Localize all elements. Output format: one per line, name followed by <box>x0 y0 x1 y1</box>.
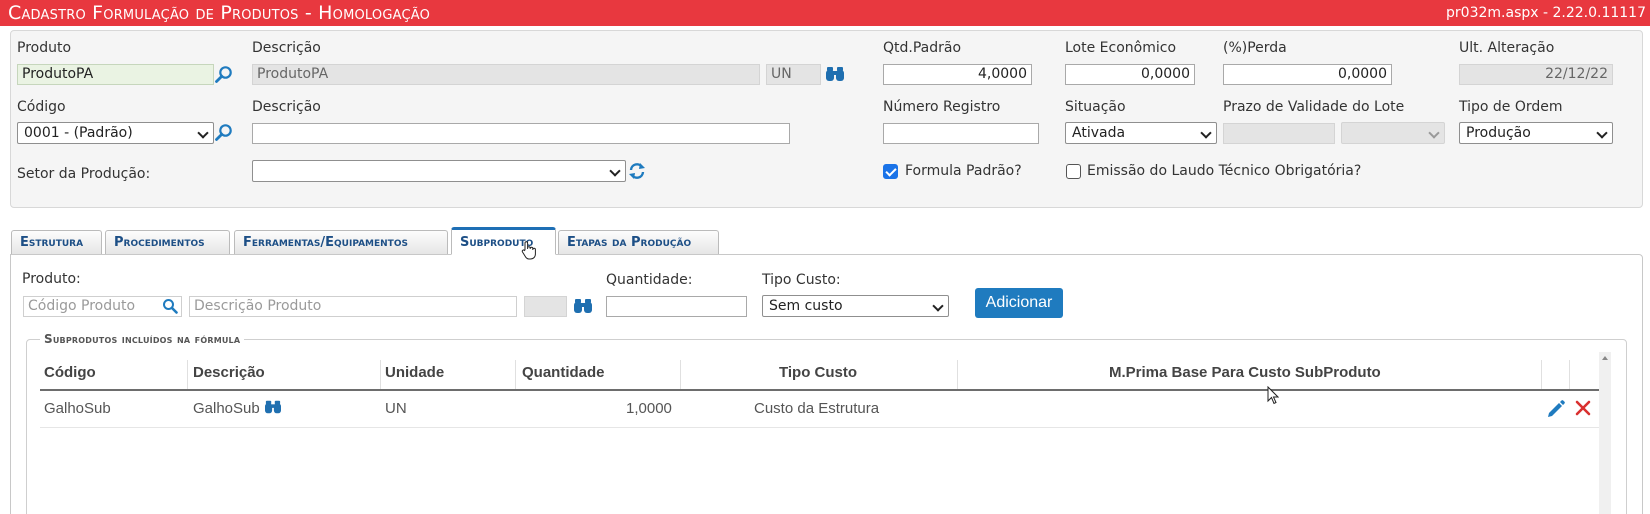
codigo-produto-input[interactable]: Código Produto <box>23 296 182 317</box>
chevron-down-icon <box>609 165 621 177</box>
cell-unidade: UN <box>385 400 407 417</box>
tab-estrutura[interactable]: Estrutura <box>11 230 102 254</box>
mouse-pointer-icon <box>1267 385 1280 410</box>
setor-producao-label: Setor da Produção: <box>17 166 151 182</box>
search-icon[interactable] <box>162 298 178 318</box>
numero-registro-label: Número Registro <box>883 99 1001 115</box>
delete-x-icon[interactable] <box>1574 399 1592 421</box>
tipo-custo-label: Tipo Custo: <box>762 272 841 288</box>
descricao-input: ProdutoPA <box>252 64 760 85</box>
column-divider <box>380 360 381 390</box>
chevron-down-icon <box>1596 127 1608 139</box>
lote-economico-label: Lote Econômico <box>1065 40 1177 56</box>
produto-form-label: Produto: <box>22 271 81 287</box>
descricao-produto-input[interactable]: Descrição Produto <box>189 296 517 317</box>
binoculars-icon[interactable] <box>825 65 845 87</box>
cell-quantidade: 1,0000 <box>626 400 672 417</box>
codigo-select[interactable]: 0001 - (Padrão) <box>17 122 214 144</box>
descricao2-input[interactable] <box>252 123 790 144</box>
tipo-ordem-select[interactable]: Produção <box>1459 122 1613 144</box>
hand-cursor-icon <box>521 240 537 264</box>
col-quantidade-header[interactable]: Quantidade <box>522 356 605 390</box>
descricao2-label: Descrição <box>252 99 321 115</box>
cell-tipo-custo: Custo da Estrutura <box>754 400 880 417</box>
tipo-ordem-select-value: Produção <box>1466 125 1531 141</box>
chevron-down-icon <box>197 127 209 139</box>
ult-alteracao-label: Ult. Alteração <box>1459 40 1555 56</box>
perda-label: (%)Perda <box>1223 40 1287 56</box>
prazo-validade-label: Prazo de Validade do Lote <box>1223 99 1405 115</box>
codigo-select-value: 0001 - (Padrão) <box>24 125 133 141</box>
tipo-ordem-label: Tipo de Ordem <box>1459 99 1563 115</box>
page-title: Cadastro Formulação de Produtos - Homolo… <box>8 2 431 24</box>
unidade-input: UN <box>766 64 821 85</box>
tab-subproduto[interactable]: Subproduto <box>451 227 556 255</box>
situacao-select-value: Ativada <box>1072 125 1126 141</box>
setor-producao-select[interactable] <box>252 160 626 182</box>
qtd-padrao-input[interactable]: 4,0000 <box>883 64 1032 85</box>
binoculars-icon[interactable] <box>573 297 593 319</box>
perda-input[interactable]: 0,0000 <box>1223 64 1392 85</box>
chevron-down-icon <box>1200 127 1212 139</box>
lote-economico-input[interactable]: 0,0000 <box>1065 64 1195 85</box>
column-divider <box>187 360 188 390</box>
column-divider <box>1569 360 1570 390</box>
cell-descricao: GalhoSub <box>193 400 260 417</box>
emissao-laudo-label: Emissão do Laudo Técnico Obrigatória? <box>1087 163 1362 179</box>
quantidade-label: Quantidade: <box>606 272 693 288</box>
search-icon[interactable] <box>214 123 234 147</box>
tab-ferramentas-equipamentos[interactable]: Ferramentas/Equipamentos <box>234 230 448 254</box>
binoculars-icon[interactable] <box>264 399 282 419</box>
tab-procedimentos[interactable]: Procedimentos <box>105 230 230 254</box>
subprodutos-legend: Subprodutos incluídos na fórmula <box>40 332 245 346</box>
column-divider <box>957 360 958 390</box>
codigo-label: Código <box>17 99 66 115</box>
formula-padrao-checkbox[interactable] <box>883 164 898 179</box>
version-label: pr032m.aspx - 2.22.0.11117 <box>1446 5 1646 21</box>
adicionar-button[interactable]: Adicionar <box>975 288 1063 318</box>
scroll-up-icon[interactable] <box>1602 356 1608 360</box>
chevron-down-icon <box>1428 127 1440 139</box>
col-descricao-header[interactable]: Descrição <box>193 356 265 390</box>
column-divider <box>680 360 681 390</box>
cell-codigo: GalhoSub <box>44 400 111 417</box>
tipo-custo-value: Sem custo <box>769 298 843 314</box>
window-titlebar: Cadastro Formulação de Produtos - Homolo… <box>0 0 1650 26</box>
unidade-produto-input <box>524 296 567 317</box>
col-mprima-header[interactable]: M.Prima Base Para Custo SubProduto <box>1109 356 1381 390</box>
produto-label: Produto <box>17 40 72 56</box>
column-divider <box>1541 360 1542 390</box>
quantidade-input[interactable] <box>606 296 747 317</box>
situacao-select[interactable]: Ativada <box>1065 122 1217 144</box>
edit-pencil-icon[interactable] <box>1545 398 1567 424</box>
formula-padrao-label: Formula Padrão? <box>905 163 1022 179</box>
col-tipo-custo-header[interactable]: Tipo Custo <box>779 356 857 390</box>
col-codigo-header[interactable]: Código <box>44 356 96 390</box>
search-icon[interactable] <box>214 65 234 89</box>
ult-alteracao-input: 22/12/22 <box>1459 64 1613 85</box>
qtd-padrao-label: Qtd.Padrão <box>883 40 962 56</box>
chevron-down-icon <box>932 300 944 312</box>
refresh-icon[interactable] <box>628 161 646 185</box>
column-divider <box>515 360 516 390</box>
grid-scrollbar[interactable] <box>1599 352 1611 514</box>
prazo-unidade-select <box>1341 122 1445 144</box>
descricao-label: Descrição <box>252 40 321 56</box>
tipo-custo-select[interactable]: Sem custo <box>762 295 949 317</box>
tab-etapas-producao[interactable]: Etapas da Produção <box>558 230 719 254</box>
col-unidade-header[interactable]: Unidade <box>385 356 444 390</box>
emissao-laudo-checkbox[interactable] <box>1066 164 1081 179</box>
prazo-validade-input <box>1223 123 1335 144</box>
situacao-label: Situação <box>1065 99 1126 115</box>
numero-registro-input[interactable] <box>883 123 1039 144</box>
produto-input[interactable]: ProdutoPA <box>17 64 214 85</box>
